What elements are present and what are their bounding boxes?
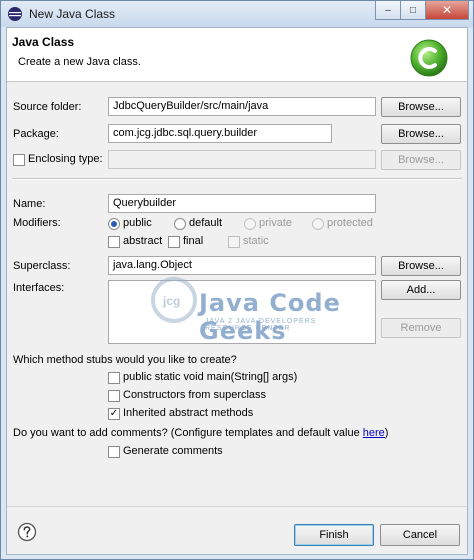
stub-inherited-label: Inherited abstract methods (123, 407, 254, 419)
comments-question: Do you want to add comments? (Configure … (13, 427, 388, 439)
window-title: New Java Class (29, 7, 116, 21)
enclosing-type-checkbox[interactable] (13, 154, 25, 166)
window-controls: – □ ✕ (375, 1, 469, 20)
maximize-button[interactable]: □ (400, 1, 426, 20)
superclass-browse-button[interactable]: Browse... (381, 256, 461, 276)
dialog-content: Java Class Create a new Java class. Sour… (6, 27, 468, 555)
interfaces-label: Interfaces: (13, 282, 65, 294)
package-input[interactable]: com.jcg.jdbc.sql.query.builder (108, 124, 332, 143)
enclosing-type-label: Enclosing type: (28, 153, 103, 165)
help-icon[interactable] (17, 522, 37, 542)
eclipse-window-icon (8, 7, 22, 21)
dialog-window: New Java Class – □ ✕ Java Class Create a… (0, 0, 474, 560)
modifier-public-label: public (123, 217, 152, 229)
source-folder-browse-button[interactable]: Browse... (381, 97, 461, 117)
generate-comments-label: Generate comments (123, 445, 223, 457)
superclass-input[interactable]: java.lang.Object (108, 256, 376, 275)
comments-question-suffix: ) (384, 427, 389, 439)
enclosing-type-browse-button[interactable]: Browse... (381, 150, 461, 170)
modifier-protected-label: protected (327, 217, 373, 229)
minimize-button[interactable]: – (375, 1, 401, 20)
modifier-final-checkbox[interactable] (168, 236, 180, 248)
superclass-label: Superclass: (13, 260, 71, 272)
modifier-default-radio[interactable] (174, 218, 186, 230)
name-label: Name: (13, 198, 46, 210)
package-label: Package: (13, 128, 59, 140)
finish-button[interactable]: Finish (294, 524, 374, 546)
package-browse-button[interactable]: Browse... (381, 124, 461, 144)
comments-question-text: Do you want to add comments? (Configure … (13, 427, 363, 439)
method-stubs-question: Which method stubs would you like to cre… (13, 354, 237, 366)
generate-comments-checkbox[interactable] (108, 446, 120, 458)
stub-inherited-checkbox[interactable]: ✓ (108, 408, 120, 420)
modifier-static-label: static (243, 235, 269, 247)
modifier-static-checkbox[interactable] (228, 236, 240, 248)
modifiers-label: Modifiers: (13, 217, 61, 229)
interfaces-add-button[interactable]: Add... (381, 280, 461, 300)
interfaces-list[interactable] (108, 280, 376, 344)
close-button[interactable]: ✕ (425, 1, 469, 20)
modifier-private-label: private (259, 217, 293, 229)
wizard-header: Java Class Create a new Java class. (7, 28, 467, 82)
enclosing-type-input[interactable] (108, 150, 376, 169)
modifier-private-radio[interactable] (244, 218, 256, 230)
modifier-abstract-label: abstract (123, 235, 163, 247)
stub-main-checkbox[interactable] (108, 372, 120, 384)
separator (12, 178, 462, 180)
name-input[interactable]: Querybuilder (108, 194, 376, 213)
modifier-default-label: default (189, 217, 223, 229)
source-folder-label: Source folder: (13, 101, 82, 113)
interfaces-remove-button[interactable]: Remove (381, 318, 461, 338)
modifier-abstract-checkbox[interactable] (108, 236, 120, 248)
cancel-button[interactable]: Cancel (380, 524, 460, 546)
title-bar[interactable]: New Java Class – □ ✕ (1, 1, 473, 27)
stub-constructors-checkbox[interactable] (108, 390, 120, 402)
wizard-subtitle: Create a new Java class. (18, 56, 141, 68)
java-class-wizard-icon (410, 39, 448, 77)
stub-main-label: public static void main(String[] args) (123, 371, 298, 383)
modifier-public-radio[interactable] (108, 218, 120, 230)
modifier-protected-radio[interactable] (312, 218, 324, 230)
configure-templates-link[interactable]: here (363, 427, 385, 439)
source-folder-input[interactable]: JdbcQueryBuilder/src/main/java (108, 97, 376, 116)
modifier-final-label: final (183, 235, 204, 247)
wizard-title: Java Class (12, 35, 75, 49)
stub-constructors-label: Constructors from superclass (123, 389, 267, 401)
